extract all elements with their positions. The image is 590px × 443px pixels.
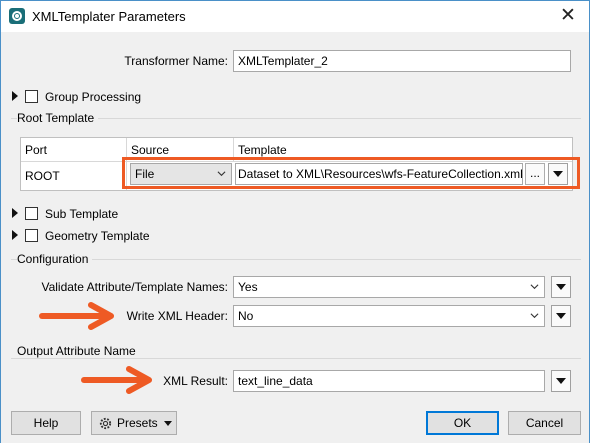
table-cell-port: ROOT (21, 162, 127, 190)
output-section-title: Output Attribute Name (17, 344, 140, 358)
help-button[interactable]: Help (11, 411, 81, 435)
output-divider (11, 358, 581, 359)
cancel-button[interactable]: Cancel (508, 411, 581, 435)
caret-down-icon (164, 421, 172, 426)
group-processing-label: Group Processing (45, 90, 142, 104)
column-header-port: Port (21, 138, 127, 162)
gear-icon (99, 417, 112, 430)
validate-names-menu-button[interactable] (551, 276, 571, 298)
annotation-arrow-icon (39, 302, 114, 330)
window-title: XMLTemplater Parameters (32, 9, 186, 24)
expand-group-processing-icon[interactable] (12, 91, 18, 101)
write-xml-header-label: Write XML Header: (126, 309, 228, 323)
write-xml-header-select[interactable]: No (233, 305, 545, 327)
validate-names-label: Validate Attribute/Template Names: (41, 280, 228, 294)
expand-sub-template-icon[interactable] (12, 208, 18, 218)
xml-result-input[interactable]: text_line_data (233, 370, 545, 392)
annotation-arrow-icon (81, 366, 152, 394)
geometry-template-label: Geometry Template (45, 229, 150, 243)
close-icon[interactable]: ✕ (556, 4, 580, 28)
ok-button[interactable]: OK (426, 411, 499, 435)
expand-geometry-template-icon[interactable] (12, 230, 18, 240)
root-template-section-title: Root Template (17, 111, 99, 125)
xml-result-menu-button[interactable] (551, 370, 571, 392)
configuration-divider (11, 259, 581, 260)
sub-template-checkbox[interactable] (25, 207, 38, 220)
configuration-section-title: Configuration (17, 252, 93, 266)
dialog-content: Transformer Name: XMLTemplater_2 Group P… (1, 32, 589, 443)
chevron-down-icon (530, 313, 539, 319)
sub-template-label: Sub Template (45, 207, 119, 221)
chevron-down-icon (530, 284, 539, 290)
title-bar: XMLTemplater Parameters ✕ (1, 1, 589, 32)
geometry-template-checkbox[interactable] (25, 229, 38, 242)
annotation-highlight-box (122, 157, 580, 189)
write-xml-header-value: No (238, 309, 254, 323)
write-xml-header-menu-button[interactable] (551, 305, 571, 327)
validate-names-select[interactable]: Yes (233, 276, 545, 298)
validate-names-value: Yes (238, 280, 258, 294)
dialog-window: XMLTemplater Parameters ✕ Transformer Na… (0, 0, 590, 443)
presets-label: Presets (117, 416, 158, 430)
transformer-name-input[interactable]: XMLTemplater_2 (233, 50, 571, 72)
xmltemplater-icon (9, 8, 25, 24)
group-processing-checkbox[interactable] (25, 90, 38, 103)
transformer-name-label: Transformer Name: (124, 54, 228, 68)
presets-button[interactable]: Presets (91, 411, 177, 435)
